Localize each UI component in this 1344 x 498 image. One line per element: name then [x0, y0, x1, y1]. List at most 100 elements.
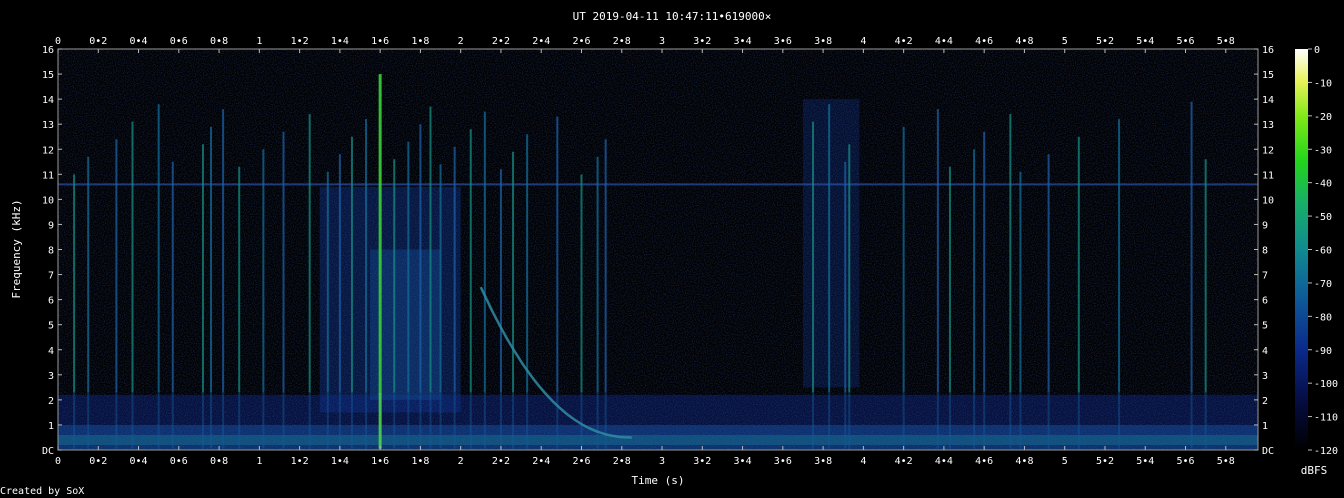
x-tick-label: 1•6	[371, 456, 389, 467]
x-tick-label: 3•2	[693, 456, 711, 467]
x-tick-label: 0•4	[130, 36, 148, 47]
x-tick-label: 1	[256, 36, 262, 47]
x-tick-label: 0•6	[170, 456, 188, 467]
x-tick-label: 1•2	[291, 36, 309, 47]
x-tick-label: 0	[55, 36, 61, 47]
x-tick-label: 4•2	[895, 456, 913, 467]
y-axis-label: Frequency (kHz)	[10, 199, 23, 298]
x-tick-label: 3	[659, 36, 665, 47]
y-tick-label: 8	[1262, 246, 1268, 257]
x-tick-label: 2•8	[613, 456, 631, 467]
y-tick-label: DC	[1262, 446, 1274, 457]
x-tick-label: 3•2	[693, 36, 711, 47]
colorbar-tick-label: 0	[1314, 45, 1320, 56]
y-tick-label: 1	[48, 421, 54, 432]
x-tick-label: 4•2	[895, 36, 913, 47]
y-tick-label: 16	[1262, 45, 1274, 56]
colorbar-gradient	[1295, 49, 1308, 450]
x-tick-label: 3	[659, 456, 665, 467]
x-tick-label: 5•4	[1136, 36, 1154, 47]
y-tick-label: 14	[1262, 95, 1274, 106]
x-tick-label: 2•4	[532, 456, 550, 467]
x-tick-label: 4•8	[1015, 36, 1033, 47]
x-tick-label: 2•4	[532, 36, 550, 47]
y-tick-label: 12	[42, 145, 54, 156]
x-tick-label: 0•2	[89, 456, 107, 467]
x-tick-label: 4•8	[1015, 456, 1033, 467]
y-tick-label: 11	[42, 170, 54, 181]
x-tick-label: 3•6	[774, 36, 792, 47]
colorbar-tick-label: -20	[1314, 112, 1332, 123]
x-tick-label: 1•6	[371, 36, 389, 47]
y-tick-label: 8	[48, 246, 54, 257]
x-tick-label: 1•2	[291, 456, 309, 467]
x-axis-label: Time (s)	[632, 474, 685, 487]
x-tick-label: 5	[1062, 36, 1068, 47]
colorbar-tick-label: -70	[1314, 279, 1332, 290]
x-tick-label: 1•4	[331, 36, 349, 47]
y-tick-label: 10	[42, 195, 54, 206]
y-tick-label: 1	[1262, 421, 1268, 432]
x-tick-label: 3•8	[814, 456, 832, 467]
y-tick-label: 2	[48, 396, 54, 407]
colorbar-tick-label: -10	[1314, 78, 1332, 89]
x-tick-label: 4•4	[935, 456, 953, 467]
x-tick-label: 5	[1062, 456, 1068, 467]
x-tick-label: 4	[860, 36, 866, 47]
x-tick-label: 5•6	[1176, 36, 1194, 47]
x-tick-label: 0	[55, 456, 61, 467]
colorbar-ticks: 0 -10 -20 -30 -40 -50 -60 -70 -80 -90 -100 -110 -120	[1308, 45, 1338, 457]
x-tick-label: 4•6	[975, 456, 993, 467]
x-tick-label: 3•4	[734, 36, 752, 47]
x-tick-label: 1•8	[411, 456, 429, 467]
x-tick-label: 2•8	[613, 36, 631, 47]
y-tick-label: 15	[42, 70, 54, 81]
x-tick-label: 5•8	[1217, 36, 1235, 47]
colorbar: 0 -10 -20 -30 -40 -50 -60 -70 -80 -90 -100 -110 -120…	[1295, 45, 1338, 477]
x-tick-label: 2	[458, 36, 464, 47]
y-tick-label: 13	[42, 120, 54, 131]
y-tick-label: 13	[1262, 120, 1274, 131]
y-tick-label: 3	[48, 371, 54, 382]
y-tick-label: 6	[48, 296, 54, 307]
y-tick-label: 10	[1262, 195, 1274, 206]
spectrogram-figure: UT 2019-04-11 10:47:11•619000× 0 0•2 0•4 0•…	[0, 10, 1338, 497]
x-tick-label: 5•2	[1096, 36, 1114, 47]
colorbar-tick-label: -50	[1314, 212, 1332, 223]
y-tick-label: 16	[42, 45, 54, 56]
x-tick-label: 5•6	[1176, 456, 1194, 467]
y-tick-label: 4	[1262, 346, 1268, 357]
y-tick-label: 5	[1262, 321, 1268, 332]
y-tick-label: 2	[1262, 396, 1268, 407]
x-tick-label: 0•8	[210, 456, 228, 467]
y-tick-label: 14	[42, 95, 54, 106]
x-tick-label: 4	[860, 456, 866, 467]
colorbar-tick-label: -40	[1314, 179, 1332, 190]
colorbar-tick-label: -110	[1314, 413, 1338, 424]
y-tick-label: 6	[1262, 296, 1268, 307]
x-tick-label: 2•2	[492, 36, 510, 47]
x-tick-label: 0•2	[89, 36, 107, 47]
x-tick-label: 3•6	[774, 456, 792, 467]
y-tick-label: 3	[1262, 371, 1268, 382]
colorbar-tick-label: -60	[1314, 246, 1332, 257]
x-tick-label: 1•8	[411, 36, 429, 47]
x-tick-label: 5•2	[1096, 456, 1114, 467]
x-tick-label: 1•4	[331, 456, 349, 467]
colorbar-tick-label: -80	[1314, 312, 1332, 323]
x-tick-label: 0•4	[130, 456, 148, 467]
colorbar-tick-label: -120	[1314, 446, 1338, 457]
y-tick-label: 5	[48, 321, 54, 332]
y-tick-label: 7	[48, 271, 54, 282]
x-tick-label: 2•6	[572, 36, 590, 47]
x-tick-label: 3•4	[734, 456, 752, 467]
footer-credit: Created by SoX	[0, 486, 84, 497]
colorbar-label: dBFS	[1301, 464, 1328, 477]
x-tick-label: 4•4	[935, 36, 953, 47]
y-tick-label: 12	[1262, 145, 1274, 156]
plot-area	[58, 49, 1258, 450]
x-tick-label: 2•6	[572, 456, 590, 467]
x-tick-label: 2•2	[492, 456, 510, 467]
x-tick-label: 3•8	[814, 36, 832, 47]
x-tick-label: 0•6	[170, 36, 188, 47]
